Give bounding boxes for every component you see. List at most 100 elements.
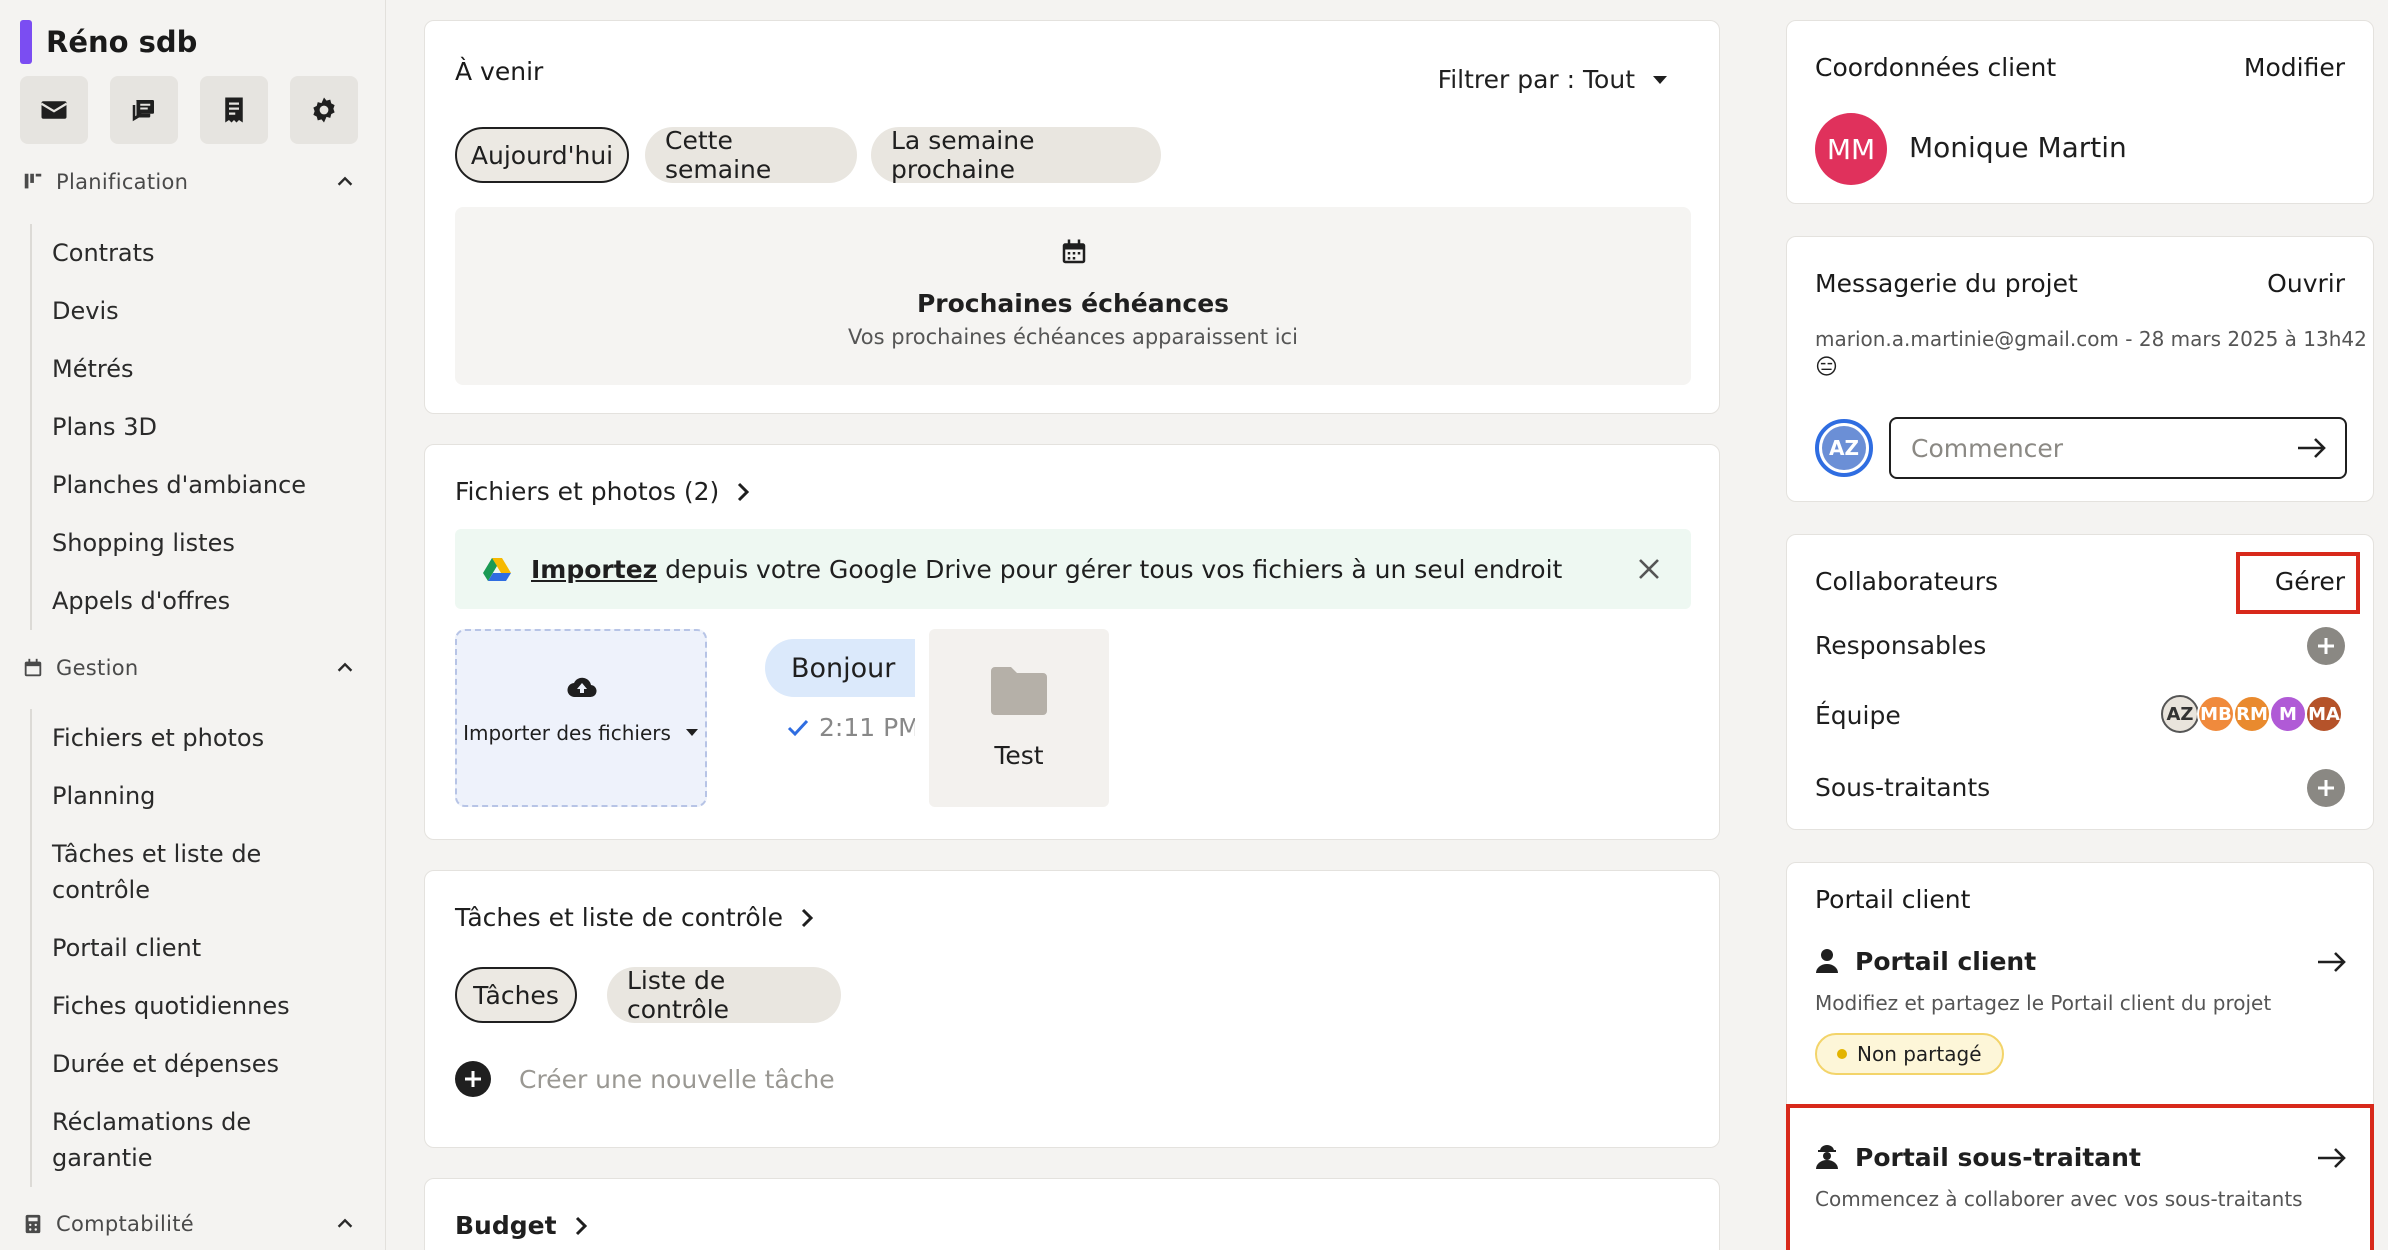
section-label: Gestion: [56, 656, 139, 680]
client-portal-desc: Modifiez et partagez le Portail client d…: [1815, 991, 2272, 1015]
budget-card: Budget: [424, 1178, 1720, 1250]
tab-this-week[interactable]: Cette semaine: [645, 126, 857, 184]
close-icon[interactable]: [1637, 557, 1661, 581]
chat-button[interactable]: [110, 76, 178, 144]
mail-icon: [40, 101, 68, 119]
mail-button[interactable]: [20, 76, 88, 144]
caret-down-icon: [1653, 75, 1667, 84]
collaborators-title: Collaborateurs: [1815, 567, 1999, 596]
section-gestion[interactable]: Gestion: [22, 656, 356, 680]
settings-button[interactable]: [290, 76, 358, 144]
tasks-title-link[interactable]: Tâches et liste de contrôle: [455, 903, 815, 932]
planning-icon: [24, 173, 42, 189]
highlight-subcontractor-portal: [1786, 1104, 2374, 1250]
chevron-right-icon: [801, 908, 814, 927]
empty-state-text: Vos prochaines échéances apparaissent ic…: [848, 325, 1298, 349]
chevron-up-icon[interactable]: [334, 657, 356, 679]
user-initials: AZ: [1822, 426, 1866, 470]
avatar: MB: [2197, 695, 2235, 733]
tab-today[interactable]: Aujourd'hui: [455, 127, 629, 183]
tab-taches[interactable]: Tâches: [455, 967, 577, 1023]
sidebar-item-contrats[interactable]: Contrats: [52, 224, 306, 282]
portal-section-title: Portail client: [1815, 885, 1971, 914]
chevron-right-icon: [738, 482, 750, 501]
highlight-manage: [2236, 552, 2360, 614]
add-responsable-button[interactable]: [2307, 627, 2345, 665]
message-input[interactable]: Commencer: [1889, 417, 2347, 479]
files-title-link[interactable]: Fichiers et photos (2): [455, 477, 751, 506]
files-card: Fichiers et photos (2) Importez depuis v…: [424, 444, 1720, 840]
client-name[interactable]: Monique Martin: [1909, 131, 2127, 164]
client-portal-link[interactable]: Portail client: [1815, 941, 2347, 981]
avatar: M: [2269, 695, 2307, 733]
client-card-title: Coordonnées client: [1815, 53, 2057, 82]
project-title[interactable]: Réno sdb: [20, 20, 197, 64]
status-dot: [1837, 1049, 1847, 1059]
plus-circle-icon[interactable]: [455, 1061, 491, 1097]
messaging-card: Messagerie du projet Ouvrir marion.a.mar…: [1786, 236, 2374, 502]
sidebar-item-shopping[interactable]: Shopping listes: [52, 514, 306, 572]
equipe-label: Équipe: [1815, 701, 1901, 730]
budget-title: Budget: [455, 1211, 557, 1240]
calendar-icon: [1062, 239, 1086, 264]
chat-time: 2:11 PM: [819, 713, 915, 742]
sous-traitants-label: Sous-traitants: [1815, 773, 1991, 802]
send-arrow-icon[interactable]: [2297, 437, 2327, 459]
sidebar-item-metres[interactable]: Métrés: [52, 340, 306, 398]
avatar: AZ: [2161, 695, 2199, 733]
sidebar-item-taches[interactable]: Tâches et liste de contrôle: [52, 825, 292, 919]
person-icon: [1816, 949, 1838, 973]
import-link[interactable]: Importez: [531, 555, 657, 584]
caret-down-icon[interactable]: [685, 728, 699, 738]
team-avatars[interactable]: AZ MB RM M MA: [2161, 695, 2345, 737]
last-message-emoji: 😑: [1815, 355, 1838, 380]
sidebar-item-duree[interactable]: Durée et dépenses: [52, 1035, 292, 1093]
last-message-meta: marion.a.martinie@gmail.com - 28 mars 20…: [1815, 327, 2367, 351]
sidebar-item-portail-client[interactable]: Portail client: [52, 919, 292, 977]
section-planification[interactable]: Planification: [22, 170, 356, 194]
sidebar-item-plans-3d[interactable]: Plans 3D: [52, 398, 306, 456]
chevron-up-icon[interactable]: [334, 171, 356, 193]
banner-text: depuis votre Google Drive pour gérer tou…: [657, 554, 1563, 584]
sidebar-item-reclamations[interactable]: Réclamations de garantie: [52, 1093, 292, 1187]
add-subcontractor-button[interactable]: [2307, 769, 2345, 807]
upload-files-dropzone[interactable]: Importer des fichiers: [455, 629, 707, 807]
sidebar-item-planches[interactable]: Planches d'ambiance: [52, 456, 306, 514]
open-messaging-button[interactable]: Ouvrir: [2267, 269, 2345, 298]
sidebar: Réno sdb Planification Contrats Devis Mé…: [0, 0, 386, 1250]
sidebar-item-planning[interactable]: Planning: [52, 767, 292, 825]
tab-liste-controle[interactable]: Liste de contrôle: [607, 966, 841, 1024]
section-comptabilite[interactable]: Comptabilité: [22, 1212, 356, 1236]
file-thumbnail-chat[interactable]: Bonjour 2:11 PM: [765, 629, 915, 807]
folder-test[interactable]: Test: [929, 629, 1109, 807]
message-input-placeholder: Commencer: [1911, 433, 2064, 463]
checkmark-icon: [787, 719, 809, 736]
sidebar-item-devis[interactable]: Devis: [52, 282, 306, 340]
section-label: Comptabilité: [56, 1212, 194, 1236]
edit-client-button[interactable]: Modifier: [2244, 53, 2345, 82]
new-task-input[interactable]: Créer une nouvelle tâche: [519, 1065, 835, 1094]
calendar-icon: [24, 658, 42, 677]
sidebar-item-fichiers[interactable]: Fichiers et photos: [52, 709, 292, 767]
tasks-card: Tâches et liste de contrôle Tâches Liste…: [424, 870, 1720, 1148]
sidebar-item-appels[interactable]: Appels d'offres: [52, 572, 306, 630]
status-badge: Non partagé: [1815, 1033, 2004, 1075]
deadlines-empty-state: Prochaines échéances Vos prochaines éché…: [455, 207, 1691, 385]
client-avatar: MM: [1815, 113, 1887, 185]
status-badge-label: Non partagé: [1857, 1042, 1982, 1066]
arrow-right-icon[interactable]: [2317, 951, 2347, 973]
tab-next-week[interactable]: La semaine prochaine: [871, 126, 1161, 184]
filter-dropdown[interactable]: Filtrer par : Tout: [1438, 65, 1669, 94]
section-label: Planification: [56, 170, 189, 194]
chevron-up-icon[interactable]: [334, 1213, 356, 1235]
chat-bubble: Bonjour: [765, 639, 915, 697]
new-task-row[interactable]: Créer une nouvelle tâche: [455, 1061, 835, 1097]
messaging-title: Messagerie du projet: [1815, 269, 2078, 298]
budget-title-link[interactable]: Budget: [455, 1211, 589, 1240]
sidebar-item-fiches[interactable]: Fiches quotidiennes: [52, 977, 292, 1035]
invoice-button[interactable]: [200, 76, 268, 144]
nav-group-planification: Contrats Devis Métrés Plans 3D Planches …: [30, 224, 306, 630]
project-color-bar: [20, 20, 32, 64]
plus-icon: [2318, 780, 2334, 796]
avatar: RM: [2233, 695, 2271, 733]
